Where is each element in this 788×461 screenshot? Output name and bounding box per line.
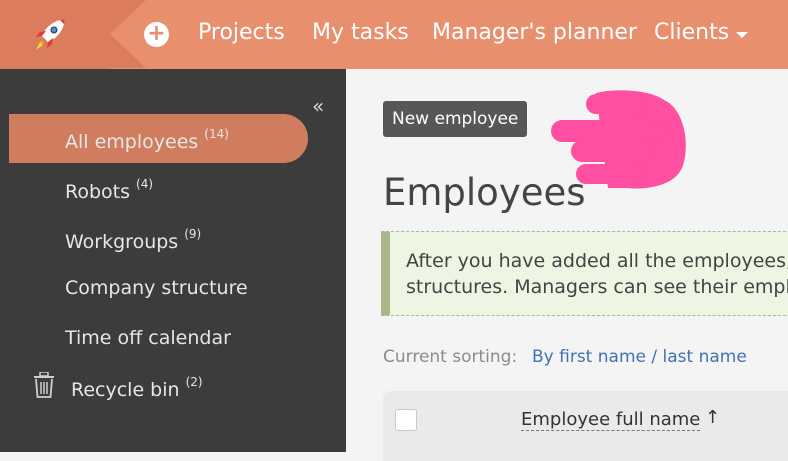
plus-circle-icon[interactable]: +: [144, 22, 169, 47]
info-text-line: structures. Managers can see their empl: [406, 276, 788, 298]
double-chevron-left-icon[interactable]: «: [312, 94, 324, 118]
sidebar-item-recycle-bin[interactable]: Recycle bin (2): [71, 375, 203, 401]
info-text-line: After you have added all the employees,: [406, 250, 788, 272]
table-header: Employee full name ↑: [383, 391, 788, 461]
sidebar-item-company-structure[interactable]: Company structure: [65, 277, 248, 299]
sidebar-item-robots[interactable]: Robots (4): [65, 177, 153, 203]
sorting-label: Current sorting:: [383, 347, 518, 367]
rocket-icon: [36, 19, 65, 50]
sidebar-item-count: (9): [184, 227, 202, 241]
column-employee-full-name[interactable]: Employee full name: [521, 409, 701, 431]
sidebar-item-label: Time off calendar: [65, 327, 231, 349]
sidebar-item-label: Company structure: [65, 277, 248, 299]
main-content: New employee Employees After you have ad…: [346, 69, 788, 461]
nav-managers-planner[interactable]: Manager's planner: [432, 20, 637, 45]
sidebar-item-label: Recycle bin: [71, 379, 180, 401]
sidebar-item-all-employees[interactable]: All employees (14): [65, 127, 229, 153]
sidebar-item-count: (14): [204, 127, 229, 141]
trash-icon: [34, 372, 54, 398]
sort-ascending-icon[interactable]: ↑: [705, 407, 720, 428]
nav-my-tasks[interactable]: My tasks: [312, 20, 409, 45]
sidebar-item-label: Workgroups: [65, 231, 179, 253]
sidebar: « All employees (14) Robots (4) Workgroups…: [0, 69, 346, 452]
nav-clients[interactable]: Clients: [654, 20, 729, 45]
logo-area[interactable]: [0, 0, 110, 69]
nav-projects[interactable]: Projects: [198, 20, 285, 45]
sidebar-item-workgroups[interactable]: Workgroups (9): [65, 227, 201, 253]
top-navigation-bar: + Projects My tasks Manager's planner Cl…: [0, 0, 788, 69]
sidebar-item-time-off-calendar[interactable]: Time off calendar: [65, 327, 231, 349]
page-title: Employees: [383, 171, 586, 214]
sidebar-item-label: All employees: [65, 131, 199, 153]
sidebar-item-count: (4): [136, 177, 154, 191]
sidebar-item-count: (2): [185, 375, 203, 389]
new-employee-button[interactable]: New employee: [383, 101, 528, 137]
sidebar-item-label: Robots: [65, 181, 131, 203]
info-banner: After you have added all the employees, …: [381, 231, 788, 316]
sorting-link[interactable]: By first name / last name: [532, 347, 747, 367]
chevron-down-icon[interactable]: [736, 32, 748, 38]
select-all-checkbox[interactable]: [395, 409, 417, 431]
